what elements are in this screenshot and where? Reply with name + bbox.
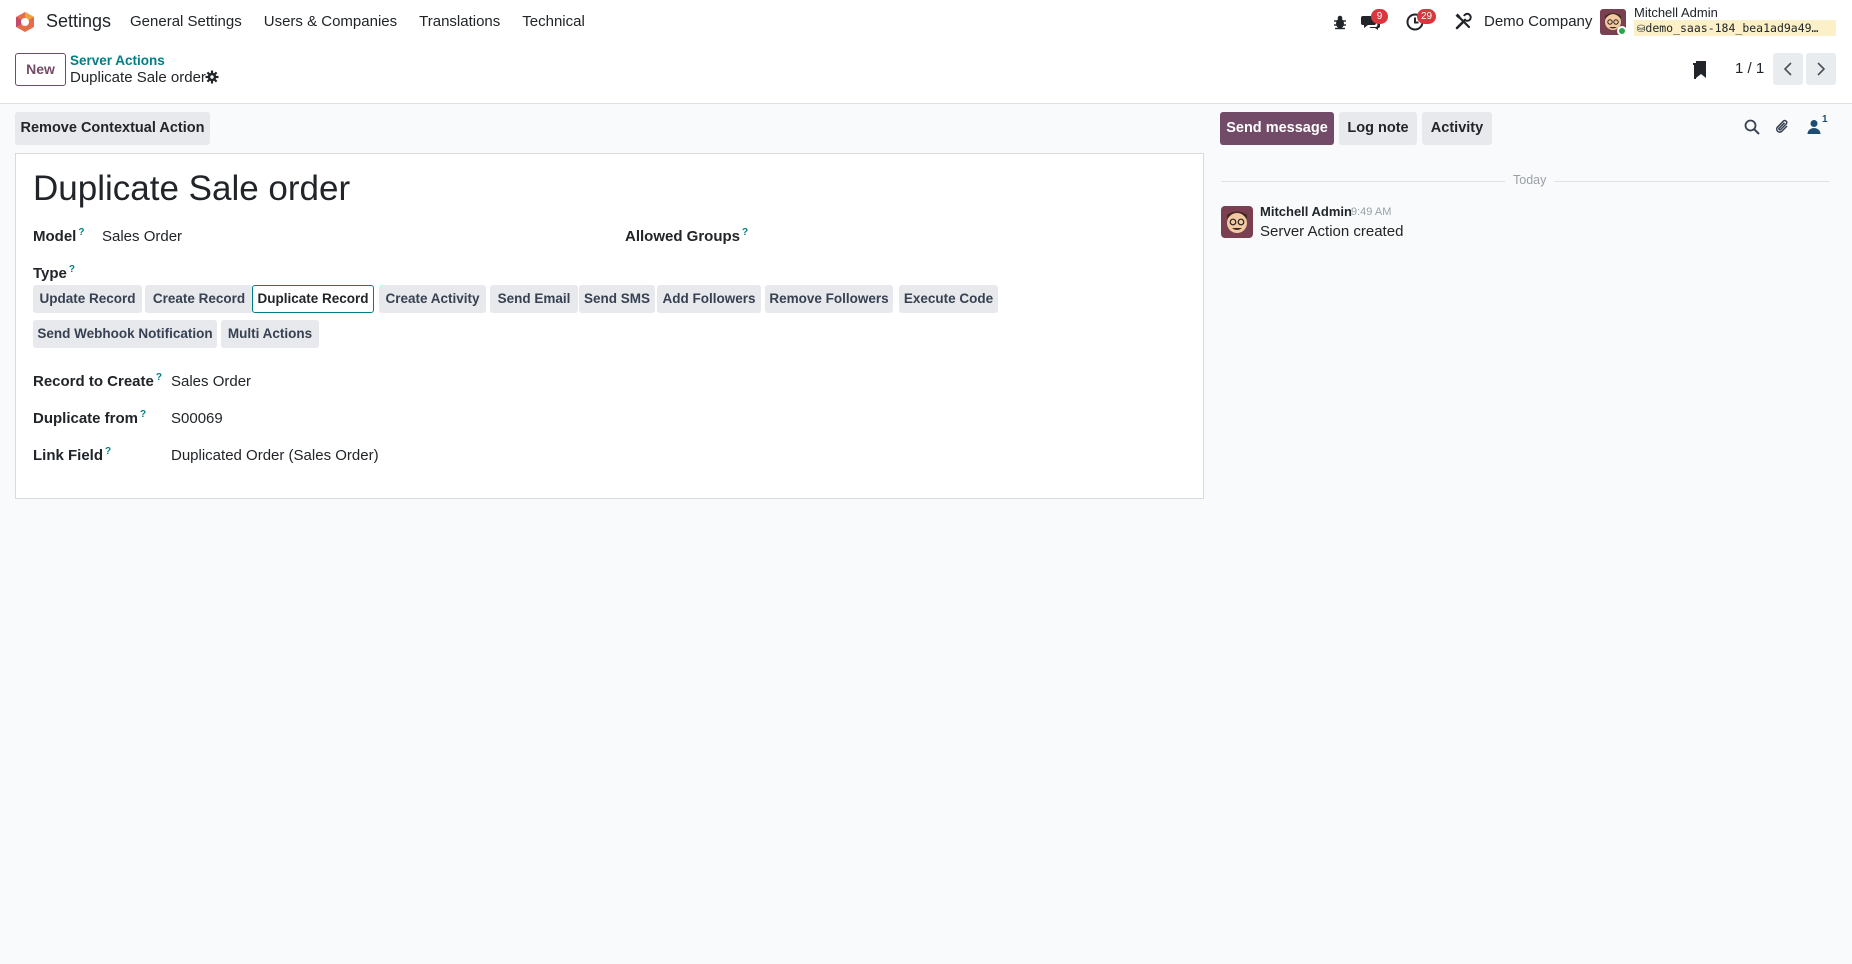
chevron-right-icon [1817, 62, 1826, 76]
record-to-create-label: Record to Create? [33, 372, 162, 390]
record-to-create-value[interactable]: Sales Order [171, 373, 251, 390]
help-tooltip-icon[interactable]: ? [105, 446, 111, 457]
link-field-value[interactable]: Duplicated Order (Sales Order) [171, 447, 379, 464]
type-add-followers[interactable]: Add Followers [657, 285, 761, 313]
message-time: 9:49 AM [1351, 206, 1392, 218]
type-send-sms[interactable]: Send SMS [579, 285, 655, 313]
pager-value[interactable]: 1 / 1 [1735, 60, 1764, 77]
model-label: Model? [33, 227, 85, 245]
form-sheet: Duplicate Sale order Model? Sales Order … [15, 153, 1204, 499]
type-multi-actions[interactable]: Multi Actions [221, 320, 319, 348]
message-author[interactable]: Mitchell Admin [1260, 204, 1352, 219]
type-execute-code[interactable]: Execute Code [899, 285, 998, 313]
pager-previous-button[interactable] [1773, 53, 1803, 85]
followers-count: 1 [1822, 114, 1828, 125]
main-menu: General Settings Users & Companies Trans… [130, 13, 607, 30]
allowed-groups-label: Allowed Groups? [625, 227, 749, 245]
control-panel: New Server Actions Duplicate Sale order … [0, 44, 1852, 104]
type-send-webhook-notification[interactable]: Send Webhook Notification [33, 320, 217, 348]
breadcrumb-parent[interactable]: Server Actions [70, 53, 165, 68]
company-switcher[interactable]: Demo Company [1484, 13, 1592, 30]
type-create-activity[interactable]: Create Activity [379, 285, 486, 313]
type-label: Type? [33, 264, 76, 282]
help-tooltip-icon[interactable]: ? [140, 409, 146, 420]
followers-button[interactable]: 1 [1805, 114, 1831, 137]
chevron-left-icon [1783, 62, 1792, 76]
new-button[interactable]: New [15, 53, 66, 86]
menu-translations[interactable]: Translations [419, 13, 500, 30]
record-title[interactable]: Duplicate Sale order [33, 169, 350, 209]
duplicate-from-label: Duplicate from? [33, 409, 147, 427]
log-note-button[interactable]: Log note [1339, 112, 1417, 145]
bookmark-icon[interactable] [1692, 60, 1708, 80]
type-create-record[interactable]: Create Record [145, 285, 253, 313]
paperclip-icon[interactable] [1774, 118, 1792, 136]
debug-bug-icon[interactable] [1330, 12, 1350, 32]
menu-general-settings[interactable]: General Settings [130, 13, 242, 30]
model-value[interactable]: Sales Order [102, 228, 182, 245]
type-remove-followers[interactable]: Remove Followers [765, 285, 893, 313]
type-update-record[interactable]: Update Record [33, 285, 142, 313]
menu-technical[interactable]: Technical [522, 13, 585, 30]
type-send-email[interactable]: Send Email [490, 285, 578, 313]
activity-button[interactable]: Activity [1422, 112, 1492, 145]
breadcrumb-current: Duplicate Sale order [70, 69, 206, 86]
online-status-indicator [1617, 26, 1627, 36]
messages-badge: 9 [1371, 9, 1388, 24]
date-separator: Today [1505, 173, 1555, 187]
database-name: ⛁demo_saas-184_bea1ad9a49… [1634, 20, 1836, 36]
message-author-avatar[interactable] [1221, 206, 1253, 238]
pager-next-button[interactable] [1806, 53, 1836, 85]
app-name[interactable]: Settings [46, 11, 111, 32]
help-tooltip-icon[interactable]: ? [78, 227, 84, 238]
tools-icon[interactable] [1453, 12, 1473, 32]
user-icon [1807, 120, 1821, 134]
activities-badge: 29 [1417, 9, 1437, 24]
send-message-button[interactable]: Send message [1220, 112, 1334, 145]
message-body: Server Action created [1260, 223, 1404, 240]
search-icon[interactable] [1743, 118, 1761, 136]
link-field-label: Link Field? [33, 446, 112, 464]
top-navbar: Settings General Settings Users & Compan… [0, 0, 1852, 44]
help-tooltip-icon[interactable]: ? [156, 372, 162, 383]
type-duplicate-record[interactable]: Duplicate Record [252, 285, 374, 313]
gear-icon[interactable] [205, 70, 219, 84]
help-tooltip-icon[interactable]: ? [69, 264, 75, 275]
odoo-app-icon[interactable] [14, 11, 36, 33]
duplicate-from-value[interactable]: S00069 [171, 410, 223, 427]
help-tooltip-icon[interactable]: ? [742, 227, 748, 238]
remove-contextual-action-button[interactable]: Remove Contextual Action [15, 112, 210, 145]
user-name[interactable]: Mitchell Admin [1634, 5, 1718, 20]
menu-users-companies[interactable]: Users & Companies [264, 13, 397, 30]
